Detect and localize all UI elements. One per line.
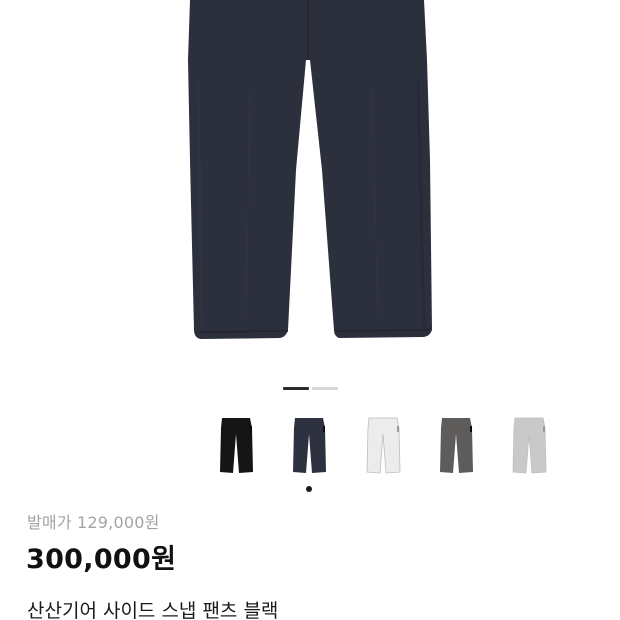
selected-indicator-dot [306, 486, 312, 492]
pager-indicator-active[interactable] [283, 387, 309, 390]
pants-body [188, 0, 432, 339]
pager-indicator[interactable] [312, 387, 338, 390]
carousel-pager [283, 387, 339, 391]
pants-thumbnail-icon [293, 418, 326, 473]
color-option-list [0, 410, 620, 496]
light-gray-pants-thumb[interactable] [507, 414, 551, 478]
pants-thumbnail-icon [366, 417, 401, 474]
product-main-image [188, 0, 432, 339]
pants-thumbnail-icon [440, 418, 473, 473]
white-pants-thumb[interactable] [361, 414, 405, 478]
product-detail-page: 발매가 129,000원 300,000원 산산기어 사이드 스냅 팬츠 블랙 [0, 0, 620, 620]
navy-pants-thumb[interactable] [287, 414, 331, 492]
black-pants-thumb[interactable] [214, 414, 258, 478]
pants-thumbnail-icon [512, 417, 547, 474]
charcoal-pants-thumb[interactable] [434, 414, 478, 478]
sale-price: 300,000원 [26, 544, 177, 575]
original-price: 발매가 129,000원 [27, 513, 160, 532]
product-image-carousel[interactable] [0, 0, 620, 372]
pants-thumbnail-icon [220, 418, 253, 473]
product-title: 산산기어 사이드 스냅 팬츠 블랙 [27, 600, 279, 620]
